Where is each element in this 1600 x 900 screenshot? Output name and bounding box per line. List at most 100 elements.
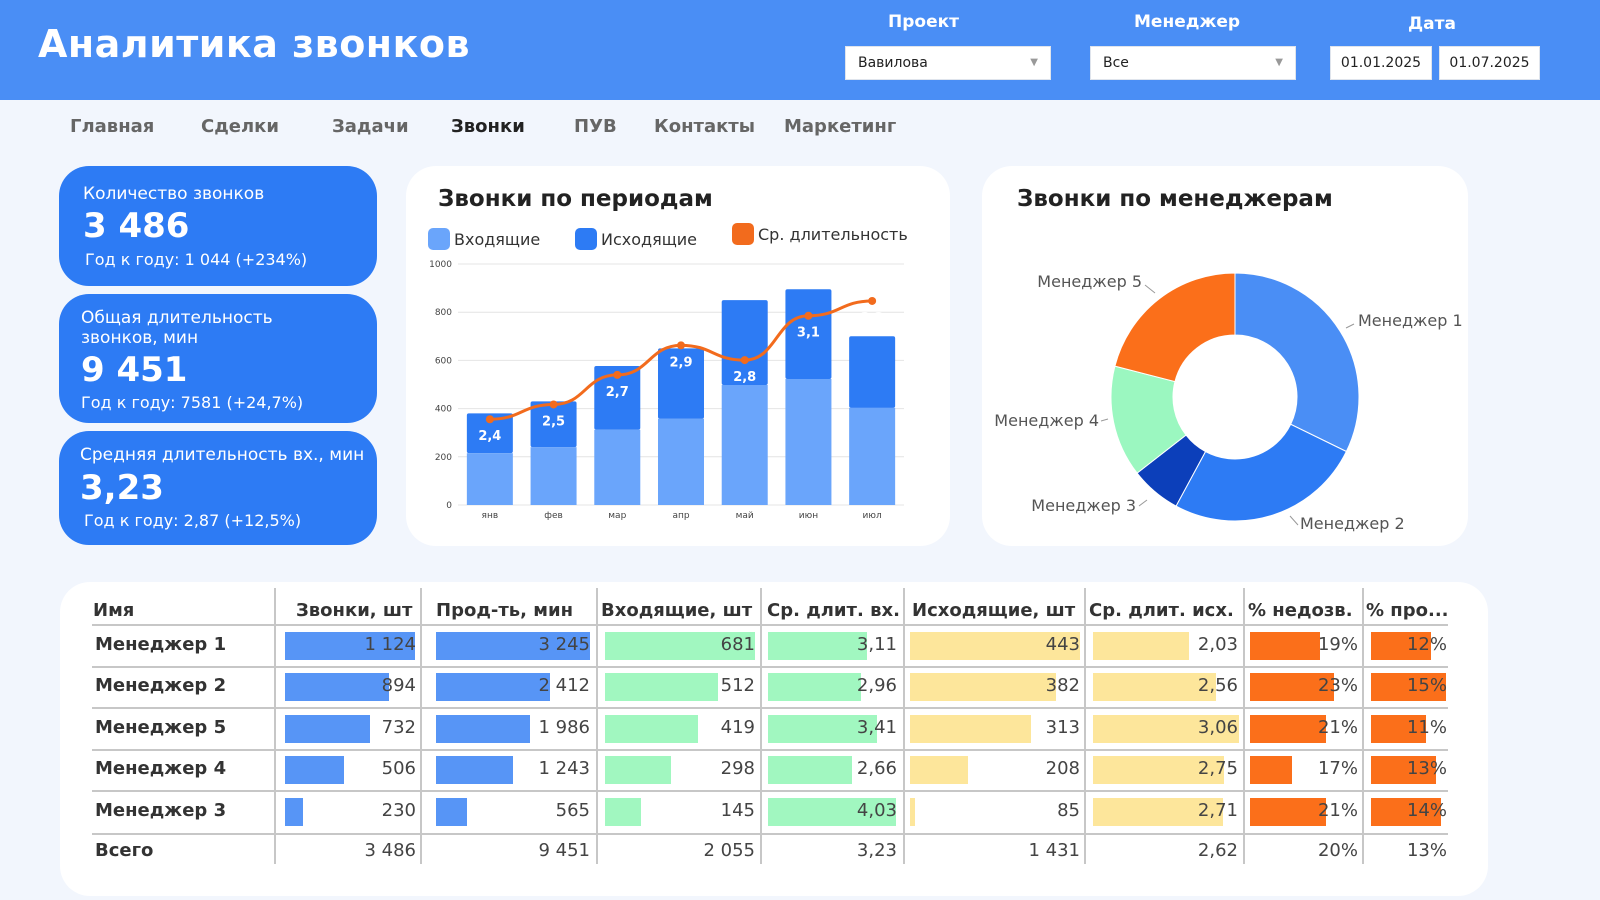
- bar-incoming[interactable]: [466, 453, 513, 505]
- date-filter-label: Дата: [1408, 14, 1456, 34]
- column-header[interactable]: Ср. длит. вх.: [767, 600, 900, 621]
- total-cell-value: 1 431: [1028, 840, 1080, 861]
- avg-duration-point[interactable]: [613, 370, 622, 379]
- avg-duration-point[interactable]: [868, 296, 877, 305]
- cell-value: 732: [381, 717, 416, 738]
- cell-value: 3,06: [1197, 717, 1238, 738]
- cell-value: 230: [381, 800, 416, 821]
- column-header[interactable]: Звонки, шт: [296, 600, 412, 621]
- slice-label: Менеджер 4: [994, 411, 1099, 430]
- label-leader-line: [1144, 284, 1156, 294]
- total-cell-value: 13%: [1406, 840, 1447, 861]
- date-to-field[interactable]: 01.07.2025: [1439, 46, 1540, 80]
- total-cell-value: 3,23: [856, 840, 897, 861]
- column-divider: [420, 588, 422, 864]
- column-divider: [903, 588, 905, 864]
- tab-main[interactable]: Главная: [70, 116, 154, 137]
- data-label: 3,2: [861, 311, 884, 326]
- tab-marketing[interactable]: Маркетинг: [784, 116, 896, 137]
- label-leader-line: [1345, 323, 1355, 329]
- date-from-field[interactable]: 01.01.2025: [1330, 46, 1432, 80]
- column-header[interactable]: Прод-ть, мин: [436, 600, 573, 621]
- kpi-card-total-duration: Общая длительность звонков, мин 9 451 Го…: [59, 294, 377, 423]
- row-name[interactable]: Менеджер 1: [95, 634, 226, 655]
- tab-puv[interactable]: ПУВ: [574, 116, 617, 137]
- tab-deals[interactable]: Сделки: [201, 116, 279, 137]
- column-header[interactable]: Имя: [93, 600, 134, 621]
- header-bar: Аналитика звонков Проект Вавилова ▼ Мене…: [0, 0, 1600, 100]
- x-tick-label: янв: [482, 511, 499, 521]
- data-label: 3,1: [797, 326, 820, 341]
- data-label: 2,9: [669, 355, 692, 370]
- row-name[interactable]: Менеджер 5: [95, 717, 226, 738]
- row-divider: [92, 707, 1448, 709]
- kpi-label: Общая длительность звонков, мин: [81, 308, 273, 348]
- x-tick-label: июл: [863, 511, 882, 521]
- calls-by-manager-chart: Менеджер 1 Менеджер 2 Менеджер 3 Менеджер 4…: [994, 272, 1463, 533]
- cell-value: 382: [1045, 675, 1080, 696]
- column-header[interactable]: Входящие, шт: [601, 600, 752, 621]
- y-tick-label: 400: [435, 405, 452, 415]
- donut-slice[interactable]: [1175, 423, 1348, 522]
- bar-incoming[interactable]: [849, 407, 896, 505]
- data-label: 2,4: [478, 429, 501, 444]
- cell-value: 12%: [1406, 634, 1447, 655]
- column-header[interactable]: Исходящие, шт: [912, 600, 1075, 621]
- cell-value: 681: [720, 634, 755, 655]
- avg-duration-point[interactable]: [740, 356, 749, 365]
- chevron-down-icon: ▼: [1275, 57, 1283, 68]
- row-name[interactable]: Менеджер 2: [95, 675, 226, 696]
- row-name[interactable]: Менеджер 3: [95, 800, 226, 821]
- avg-duration-point[interactable]: [677, 341, 685, 350]
- bar-incoming[interactable]: [594, 429, 641, 505]
- cell-value: 565: [555, 800, 590, 821]
- cell-value: 419: [720, 717, 755, 738]
- x-tick-label: май: [736, 511, 754, 521]
- cell-value: 13%: [1406, 758, 1447, 779]
- tab-tasks[interactable]: Задачи: [332, 116, 409, 137]
- avg-duration-point[interactable]: [549, 400, 558, 409]
- kpi-sub: Год к году: 2,87 (+12,5%): [84, 511, 302, 530]
- bar-incoming[interactable]: [658, 418, 704, 505]
- row-divider: [92, 833, 1448, 835]
- page-title: Аналитика звонков: [38, 22, 471, 66]
- avg-duration-point[interactable]: [485, 415, 494, 424]
- cell-value: 313: [1045, 717, 1080, 738]
- cell-value: 11%: [1406, 717, 1447, 738]
- project-select-value: Вавилова: [858, 55, 928, 71]
- project-select[interactable]: Вавилова ▼: [845, 46, 1051, 80]
- bar-incoming[interactable]: [785, 378, 832, 505]
- cell-value: 2,96: [856, 675, 897, 696]
- avg-duration-point[interactable]: [804, 311, 813, 320]
- project-filter-label: Проект: [888, 12, 959, 32]
- donut-slice[interactable]: [1234, 272, 1360, 453]
- bar-incoming[interactable]: [530, 447, 577, 505]
- slice-label: Менеджер 1: [1358, 311, 1463, 330]
- column-header[interactable]: % про...: [1366, 600, 1449, 621]
- cell-value: 3,11: [856, 634, 897, 655]
- cell-value: 894: [381, 675, 416, 696]
- kpi-value: 9 451: [81, 350, 188, 390]
- manager-select[interactable]: Все ▼: [1090, 46, 1296, 80]
- column-header[interactable]: Ср. длит. исх.: [1089, 600, 1234, 621]
- tab-calls[interactable]: Звонки: [451, 116, 525, 137]
- column-header[interactable]: % недозв.: [1248, 600, 1353, 621]
- data-label: 2,7: [606, 385, 629, 400]
- bar-incoming[interactable]: [721, 384, 768, 505]
- cell-value: 3 245: [538, 634, 590, 655]
- cell-value: 2 412: [538, 675, 590, 696]
- cell-value: 4,03: [856, 800, 897, 821]
- row-name[interactable]: Менеджер 4: [95, 758, 226, 779]
- y-tick-label: 1000: [429, 260, 452, 270]
- cell-value: 1 986: [538, 717, 590, 738]
- slice-label: Менеджер 2: [1300, 514, 1405, 533]
- cell-value: 2,03: [1197, 634, 1238, 655]
- y-tick-label: 800: [435, 308, 452, 318]
- cell-value: 298: [720, 758, 755, 779]
- label-leader-line: [1289, 515, 1299, 526]
- cell-value: 2,71: [1197, 800, 1238, 821]
- cell-value: 512: [720, 675, 755, 696]
- tab-contacts[interactable]: Контакты: [654, 116, 755, 137]
- x-tick-label: июн: [799, 511, 818, 521]
- bar-outgoing[interactable]: [849, 336, 896, 408]
